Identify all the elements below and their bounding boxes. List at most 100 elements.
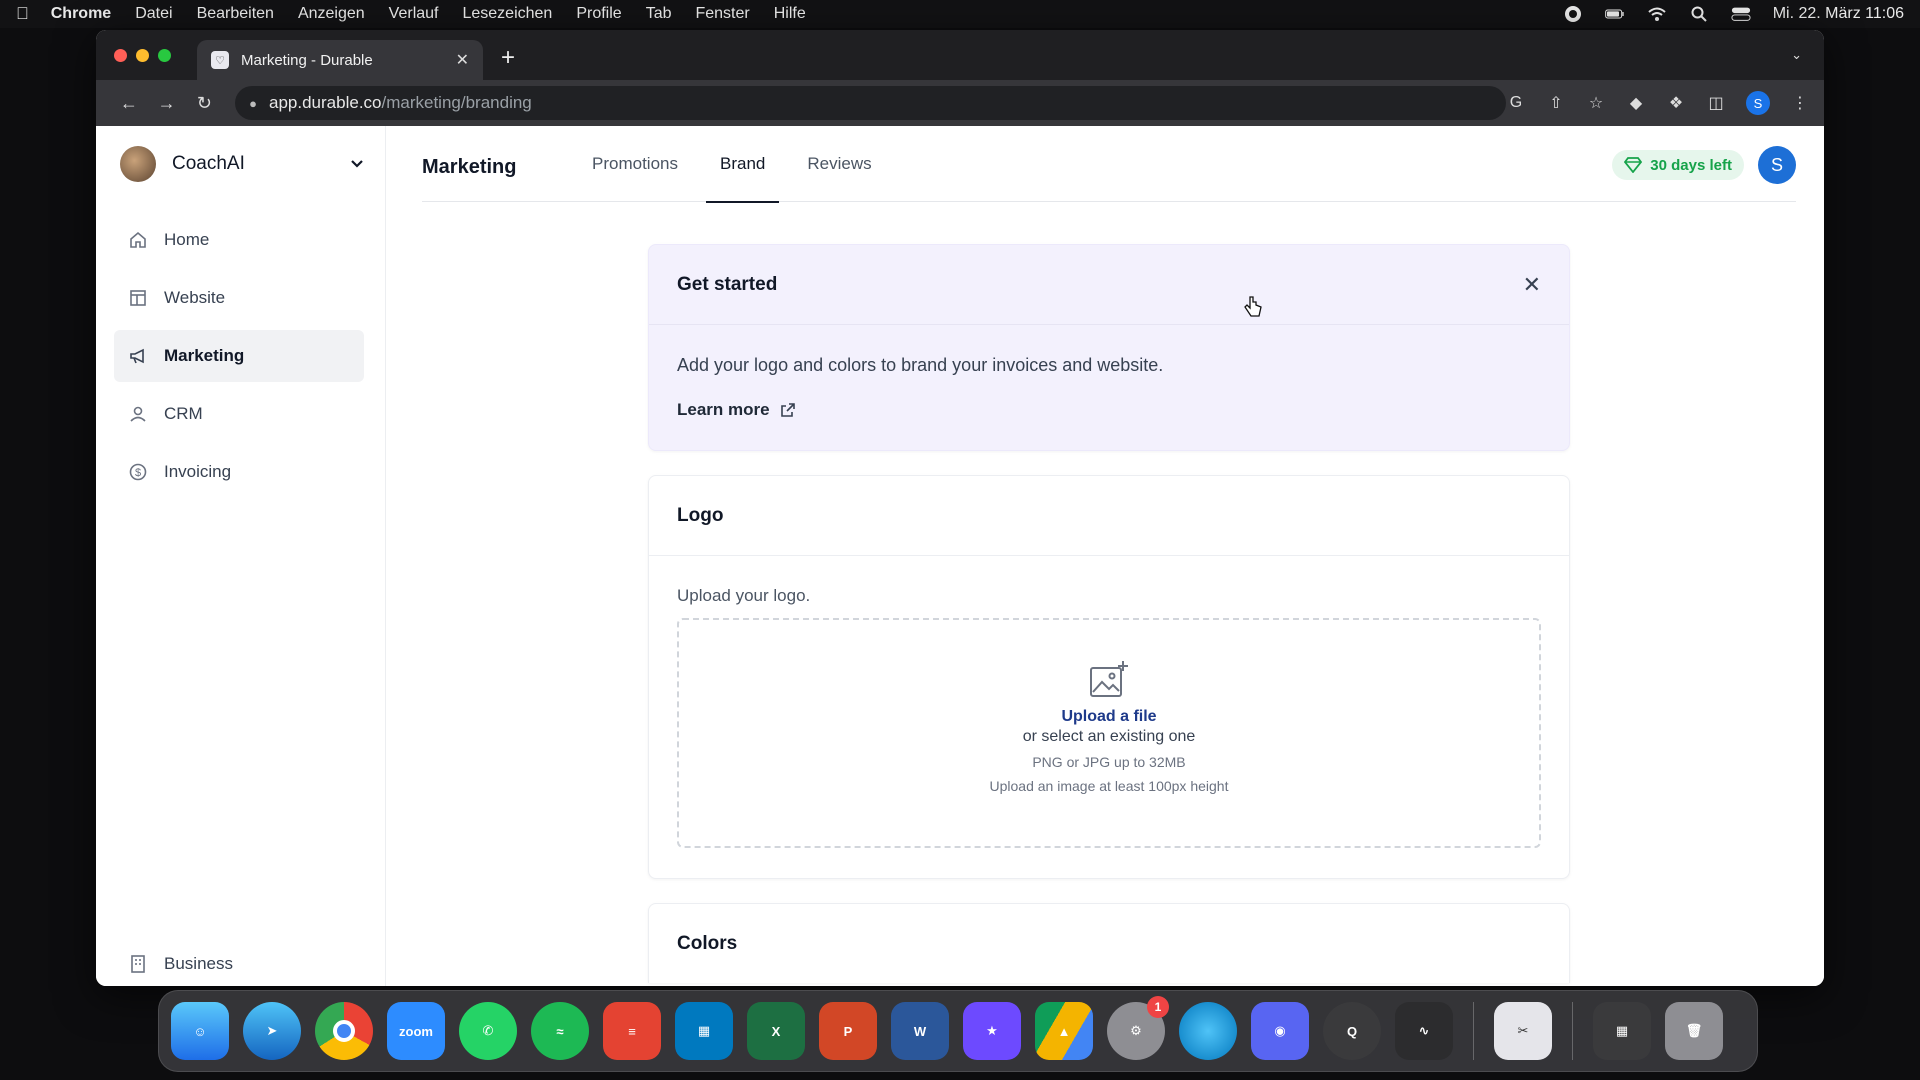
address-bar[interactable]: ● app.durable.co/marketing/branding xyxy=(235,86,1506,120)
control-center-icon[interactable] xyxy=(1731,6,1751,22)
zoom-window-button[interactable] xyxy=(158,48,171,62)
trial-badge[interactable]: 30 days left xyxy=(1612,150,1744,180)
dollar-icon: $ xyxy=(129,463,147,481)
spotlight-search-icon[interactable] xyxy=(1689,6,1709,22)
wifi-icon[interactable] xyxy=(1647,6,1667,22)
menu-anzeigen[interactable]: Anzeigen xyxy=(298,5,365,23)
main-content: Marketing Promotions Brand Reviews 30 da… xyxy=(386,126,1824,986)
imovie-icon[interactable]: ★ xyxy=(963,1002,1021,1060)
quicktime-icon[interactable]: Q xyxy=(1323,1002,1381,1060)
tab-promotions[interactable]: Promotions xyxy=(578,126,692,202)
get-started-header: Get started ✕ xyxy=(649,245,1569,325)
tab-brand[interactable]: Brand xyxy=(705,126,780,203)
powerpoint-icon[interactable]: P xyxy=(819,1002,877,1060)
get-started-text: Add your logo and colors to brand your i… xyxy=(677,355,1164,375)
upload-file-link[interactable]: Upload a file xyxy=(1061,708,1156,726)
close-icon[interactable]: ✕ xyxy=(1523,272,1541,298)
sidebar-item-home[interactable]: Home xyxy=(114,214,364,266)
sidebar-item-invoicing[interactable]: $ Invoicing xyxy=(114,446,364,498)
sidebar-bottom: Business xyxy=(114,938,364,986)
menu-datei[interactable]: Datei xyxy=(135,5,172,23)
workspace-avatar xyxy=(120,146,156,182)
colors-card-header: Colors xyxy=(649,904,1569,983)
sidebar-item-website[interactable]: Website xyxy=(114,272,364,324)
battery-icon[interactable] xyxy=(1604,6,1625,22)
lock-icon[interactable]: ● xyxy=(249,96,257,111)
add-image-icon xyxy=(1090,661,1128,697)
trash-icon[interactable]: 🗑 xyxy=(1665,1002,1723,1060)
screen-record-icon[interactable] xyxy=(1563,6,1583,22)
workspace-switcher[interactable]: CoachAI xyxy=(120,146,364,182)
browser-tab-active[interactable]: ♡ Marketing - Durable ✕ xyxy=(197,40,483,80)
browser-toolbar: ← → ↻ ● app.durable.co/marketing/brandin… xyxy=(96,80,1824,126)
home-icon xyxy=(130,231,146,248)
share-icon[interactable]: ⇧ xyxy=(1546,93,1566,113)
menu-bearbeiten[interactable]: Bearbeiten xyxy=(197,5,274,23)
tab-search-chevron-icon[interactable]: ⌄ xyxy=(1791,47,1802,63)
sidebar-item-business[interactable]: Business xyxy=(114,938,364,986)
macos-dock: ☺ ➤ zoom ✆ ≈ ≡ ▦ X P W ★ ▲ ⚙ 1 ◉ Q ∿ ✂ ▦ … xyxy=(158,990,1758,1072)
minimize-window-button[interactable] xyxy=(136,48,149,62)
macos-menubar:  Chrome Datei Bearbeiten Anzeigen Verla… xyxy=(0,0,1920,28)
marketing-tabs: Promotions Brand Reviews xyxy=(578,126,900,203)
close-tab-icon[interactable]: ✕ xyxy=(456,50,469,70)
trello-icon[interactable]: ▦ xyxy=(675,1002,733,1060)
todoist-icon[interactable]: ≡ xyxy=(603,1002,661,1060)
close-window-button[interactable] xyxy=(114,48,127,62)
menu-app-name[interactable]: Chrome xyxy=(51,5,111,23)
tab-reviews[interactable]: Reviews xyxy=(793,126,885,202)
select-existing-text: or select an existing one xyxy=(1022,728,1196,745)
word-icon[interactable]: W xyxy=(891,1002,949,1060)
user-avatar[interactable]: S xyxy=(1758,146,1796,184)
new-tab-button[interactable]: + xyxy=(501,44,515,72)
menu-profile[interactable]: Profile xyxy=(576,5,621,23)
building-icon xyxy=(131,955,145,973)
workspace-name: CoachAI xyxy=(172,153,245,174)
get-started-title: Get started xyxy=(677,273,778,295)
durable-favicon-icon: ♡ xyxy=(211,51,229,69)
menu-hilfe[interactable]: Hilfe xyxy=(774,5,806,23)
learn-more-link[interactable]: Learn more xyxy=(677,400,1541,420)
google-drive-icon[interactable]: ▲ xyxy=(1035,1002,1093,1060)
sidebar-item-marketing[interactable]: Marketing xyxy=(114,330,364,382)
preview-icon[interactable]: ✂ xyxy=(1494,1002,1552,1060)
sidebar-item-label: Invoicing xyxy=(164,462,232,481)
external-link-icon xyxy=(780,403,795,417)
kebab-menu-icon[interactable]: ⋮ xyxy=(1790,93,1810,113)
gem-icon xyxy=(1624,157,1643,173)
spotify-icon[interactable]: ≈ xyxy=(531,1002,589,1060)
discord-icon[interactable]: ◉ xyxy=(1251,1002,1309,1060)
browser-profile-avatar[interactable]: S xyxy=(1746,91,1770,115)
sidebar-item-crm[interactable]: CRM xyxy=(114,388,364,440)
zoom-icon[interactable]: zoom xyxy=(387,1002,445,1060)
reload-icon[interactable]: ↻ xyxy=(185,93,223,114)
system-settings-icon[interactable]: ⚙ 1 xyxy=(1107,996,1169,1060)
app-folder-icon[interactable]: ▦ xyxy=(1593,1002,1651,1060)
url-host: app.durable.co xyxy=(269,93,382,112)
finder-icon[interactable]: ☺ xyxy=(171,1002,229,1060)
excel-icon[interactable]: X xyxy=(747,1002,805,1060)
google-icon[interactable]: G xyxy=(1506,93,1526,113)
apple-menu-icon[interactable]:  xyxy=(16,4,29,24)
chrome-icon[interactable] xyxy=(315,1002,373,1060)
menubar-datetime[interactable]: Mi. 22. März 11:06 xyxy=(1773,5,1904,23)
sidebar-item-label: Business xyxy=(164,954,233,973)
browser-app-icon[interactable] xyxy=(1179,1002,1237,1060)
megaphone-icon xyxy=(130,348,144,364)
menu-fenster[interactable]: Fenster xyxy=(695,5,749,23)
extensions-puzzle-icon[interactable]: ❖ xyxy=(1666,93,1686,113)
dock-separator xyxy=(1572,1002,1573,1060)
whatsapp-icon[interactable]: ✆ xyxy=(459,1002,517,1060)
browser-tab-title: Marketing - Durable xyxy=(241,51,373,69)
menu-tab[interactable]: Tab xyxy=(646,5,672,23)
logo-dropzone[interactable]: Upload a file or select an existing one … xyxy=(677,618,1541,848)
menu-lesezeichen[interactable]: Lesezeichen xyxy=(462,5,552,23)
side-panel-icon[interactable]: ◫ xyxy=(1706,93,1726,113)
bookmark-star-icon[interactable]: ☆ xyxy=(1586,93,1606,113)
extension-diamond-icon[interactable]: ◆ xyxy=(1626,93,1646,113)
back-arrow-icon[interactable]: ← xyxy=(110,93,148,114)
audio-waveform-icon[interactable]: ∿ xyxy=(1395,1002,1453,1060)
forward-arrow-icon[interactable]: → xyxy=(148,93,186,114)
menu-verlauf[interactable]: Verlauf xyxy=(389,5,439,23)
safari-icon[interactable]: ➤ xyxy=(243,1002,301,1060)
